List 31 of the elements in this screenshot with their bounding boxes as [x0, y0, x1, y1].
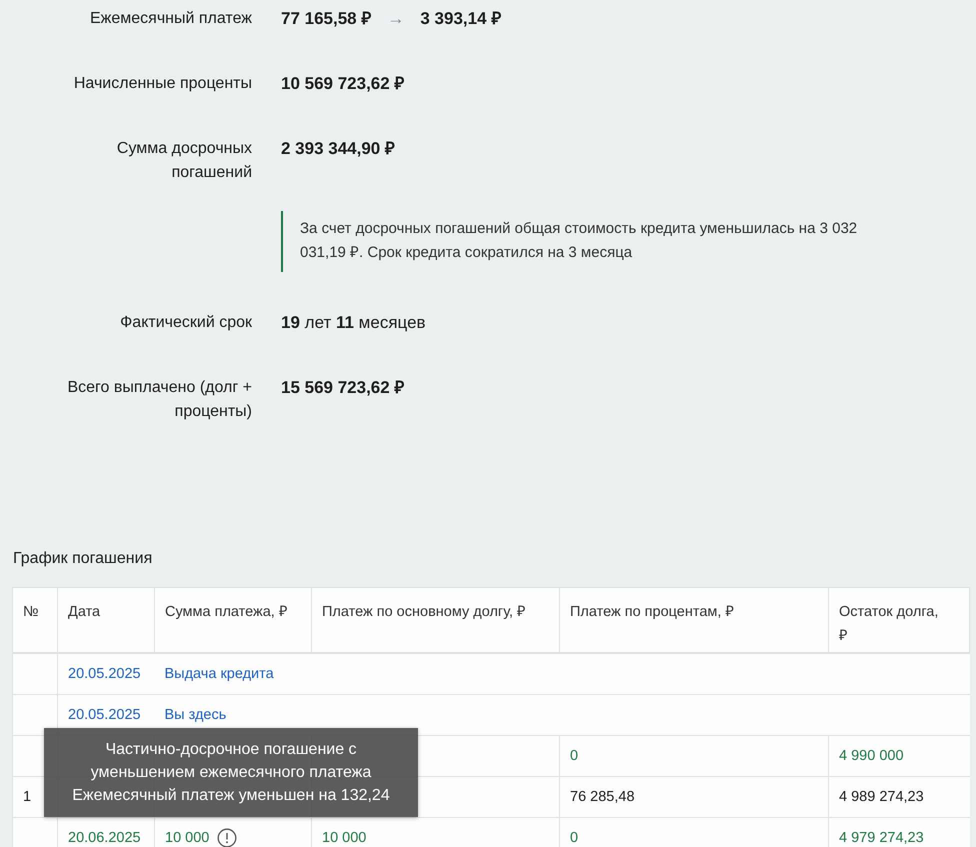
balance-cell: 4 989 274,23 — [828, 776, 970, 818]
info-note: За счет досрочных погашений общая стоимость кредита уменьшилась на 3 032 031,19 ₽. Срок кредита сократился на 3 месяца — [281, 211, 898, 272]
date-cell: 20.05.2025 — [58, 653, 154, 694]
interest-cell: 0 — [560, 818, 828, 847]
column-header: Остаток долга, ₽ — [828, 588, 970, 653]
column-header: № — [12, 588, 58, 653]
info-icon[interactable] — [217, 828, 238, 847]
summary-label: Фактический срок — [120, 314, 252, 331]
summary-value: 2 393 344,90 ₽ — [281, 138, 395, 160]
section-title: График погашения — [13, 549, 154, 569]
summary-value: 10 569 723,62 ₽ — [281, 73, 404, 95]
summary-label: Всего выплачено (долг + проценты) — [67, 379, 252, 420]
event-cell: Выдача кредита — [154, 653, 970, 694]
arrow-glyph: → — [387, 8, 404, 30]
column-header: Дата — [58, 588, 154, 653]
balance-cell: 4 990 000 — [828, 736, 970, 776]
interest-cell: 0 — [560, 736, 828, 776]
new-payment-value: 3 393,14 ₽ — [420, 8, 502, 30]
summary-value: 15 569 723,62 ₽ — [281, 377, 404, 399]
balance-cell: 4 979 274,23 — [828, 818, 970, 847]
term-value: 19 лет 11 месяцев — [281, 312, 426, 334]
old-payment-value: 77 165,58 ₽ — [281, 8, 372, 30]
interest-cell: 76 285,48 — [560, 776, 828, 818]
amount-text: 10 000 — [165, 830, 210, 846]
column-header: Платеж по процентам, ₽ — [560, 588, 828, 653]
summary-label: Сумма досрочных погашений — [116, 140, 252, 181]
summary-label: Ежемесячный платеж — [90, 10, 252, 27]
column-header: Платеж по основному долгу, ₽ — [312, 588, 560, 653]
tooltip: Частично-досрочное погашение с уменьшением ежемесячного платежа Ежемесячный платеж уменьшен на 132,24 — [44, 728, 418, 817]
summary-label: Начисленные проценты — [74, 75, 252, 92]
column-header: Сумма платежа, ₽ — [154, 588, 312, 653]
